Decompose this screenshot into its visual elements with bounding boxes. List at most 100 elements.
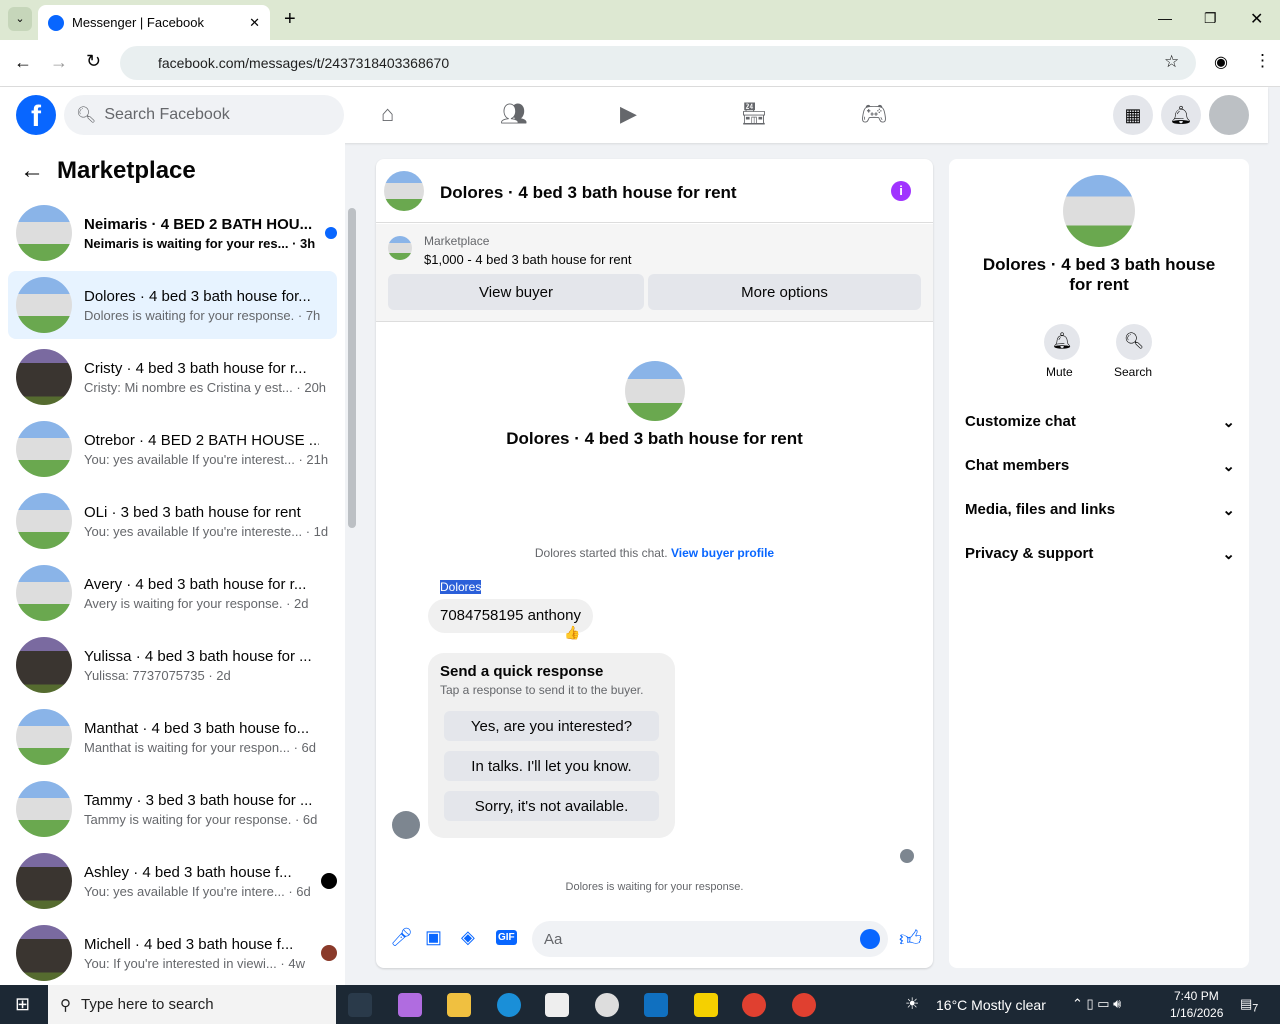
outlook-icon[interactable] bbox=[644, 993, 668, 1017]
chrome-icon[interactable] bbox=[742, 993, 766, 1017]
chevron-down-icon: ⌄ bbox=[1222, 502, 1235, 519]
search-placeholder: Search Facebook bbox=[104, 106, 230, 123]
search-chat-icon[interactable]: 🔍︎ bbox=[1116, 324, 1152, 360]
minimize-button[interactable]: — bbox=[1158, 10, 1172, 26]
facebook-logo[interactable]: f bbox=[16, 95, 56, 135]
clock-time[interactable]: 7:40 PM bbox=[1174, 989, 1219, 1003]
file-explorer-icon[interactable] bbox=[447, 993, 471, 1017]
url-bar[interactable]: facebook.com/messages/t/2437318403368670 bbox=[120, 46, 1196, 80]
bookmark-star-icon[interactable]: ☆ bbox=[1164, 52, 1179, 72]
friends-icon[interactable]: 👥︎ bbox=[500, 101, 528, 127]
conversation-item[interactable]: Dolores · 4 bed 3 bath house for... Dolo… bbox=[8, 271, 337, 339]
conversation-item[interactable]: OLi · 3 bed 3 bath house for rent You: y… bbox=[8, 487, 337, 555]
conversation-avatar bbox=[16, 637, 72, 693]
search-input[interactable]: 🔍︎ Search Facebook bbox=[64, 95, 344, 135]
conversation-time: · 6d bbox=[293, 739, 316, 755]
microphone-icon[interactable]: 🎤︎ bbox=[390, 927, 413, 948]
conversation-item[interactable]: Ashley · 4 bed 3 bath house f... You: ye… bbox=[8, 847, 337, 915]
conversation-snippet: Manthat is waiting for your respon... bbox=[84, 739, 290, 755]
profile-icon[interactable]: ◉ bbox=[1214, 52, 1228, 72]
seen-indicator bbox=[321, 873, 337, 889]
conversation-item[interactable]: Tammy · 3 bed 3 bath house for ... Tammy… bbox=[8, 775, 337, 843]
chevron-down-icon: ⌄ bbox=[1222, 458, 1235, 475]
conversation-item[interactable]: Cristy · 4 bed 3 bath house for r... Cri… bbox=[8, 343, 337, 411]
gif-icon[interactable]: GIF bbox=[496, 930, 517, 945]
task-view-icon[interactable] bbox=[348, 993, 372, 1017]
chat-started-text: Dolores started this chat. bbox=[534, 546, 668, 560]
conversation-avatar bbox=[16, 781, 72, 837]
info-icon[interactable]: i bbox=[891, 181, 911, 201]
copilot-icon[interactable] bbox=[398, 993, 422, 1017]
snipping-tool-icon[interactable] bbox=[595, 993, 619, 1017]
notifications-icon[interactable]: ▤7 bbox=[1240, 996, 1258, 1015]
seen-avatar bbox=[900, 849, 914, 863]
home-icon[interactable]: ⌂ bbox=[381, 101, 394, 127]
menu-grid-icon[interactable]: ▦ bbox=[1113, 95, 1153, 135]
close-window-button[interactable]: ✕ bbox=[1250, 9, 1263, 29]
view-buyer-profile-link[interactable]: View buyer profile bbox=[671, 546, 774, 560]
notifications-bell-icon[interactable]: 🔔︎ bbox=[1161, 95, 1201, 135]
taskbar-search[interactable]: ⚲ Type here to search bbox=[48, 985, 336, 1024]
more-options-button[interactable]: More options bbox=[648, 274, 921, 310]
forward-icon[interactable]: → bbox=[50, 52, 68, 73]
conversation-item[interactable]: Neimaris · 4 BED 2 BATH HOU... Neimaris … bbox=[8, 199, 337, 267]
address-toolbar: ← → ↻ facebook.com/messages/t/2437318403… bbox=[0, 40, 1280, 87]
clock-date[interactable]: 1/16/2026 bbox=[1170, 1006, 1223, 1020]
conversation-name: Ashley · 4 bed 3 bath house f... bbox=[84, 863, 292, 881]
media-files-links-section[interactable]: Media, files and links ⌄ bbox=[965, 501, 1235, 519]
chrome-active-icon[interactable] bbox=[792, 993, 816, 1017]
reload-icon[interactable]: ↻ bbox=[86, 51, 101, 72]
chat-members-section[interactable]: Chat members ⌄ bbox=[965, 457, 1235, 475]
conversation-time: · 4w bbox=[280, 955, 305, 971]
thumbs-up-reaction[interactable]: 👍 bbox=[564, 625, 580, 641]
browser-tab-bar: ⌄ Messenger | Facebook ✕ + — ❐ ✕ bbox=[0, 0, 1280, 40]
restore-button[interactable]: ❐ bbox=[1204, 10, 1217, 27]
conversation-item[interactable]: Michell · 4 bed 3 bath house f... You: I… bbox=[8, 919, 337, 987]
store-icon[interactable] bbox=[545, 993, 569, 1017]
conversation-name: Yulissa · 4 bed 3 bath house for ... bbox=[84, 647, 312, 665]
mute-bell-icon[interactable]: 🔔︎ bbox=[1044, 324, 1080, 360]
conversation-name: Cristy · 4 bed 3 bath house for r... bbox=[84, 359, 307, 377]
tray-icons[interactable]: ⌃ ▯ ▭ 🔊︎ bbox=[1072, 996, 1121, 1012]
chat-avatar[interactable] bbox=[384, 171, 424, 211]
conversation-item[interactable]: Yulissa · 4 bed 3 bath house for ... Yul… bbox=[8, 631, 337, 699]
listing-detail[interactable]: $1,000 - 4 bed 3 bath house for rent bbox=[424, 252, 631, 267]
menu-icon[interactable]: ⋮ bbox=[1254, 51, 1271, 71]
video-icon[interactable]: ▶ bbox=[620, 101, 637, 127]
new-tab-button[interactable]: + bbox=[284, 8, 296, 31]
like-thumbs-up-icon[interactable]: 👍︎ bbox=[899, 925, 922, 952]
chevron-down-icon: ⌄ bbox=[1222, 414, 1235, 431]
photo-icon[interactable]: ▣ bbox=[425, 927, 442, 948]
tab-title: Messenger | Facebook bbox=[72, 15, 204, 30]
quick-response-button[interactable]: Sorry, it's not available. bbox=[444, 791, 659, 821]
view-buyer-button[interactable]: View buyer bbox=[388, 274, 644, 310]
message-input[interactable]: Aa bbox=[532, 921, 888, 957]
tab-search-button[interactable]: ⌄ bbox=[8, 7, 32, 31]
conversation-item[interactable]: Avery · 4 bed 3 bath house for r... Aver… bbox=[8, 559, 337, 627]
weather-text[interactable]: 16°C Mostly clear bbox=[936, 997, 1046, 1013]
close-tab-icon[interactable]: ✕ bbox=[249, 15, 260, 31]
gaming-icon[interactable]: 🎮︎ bbox=[860, 101, 888, 127]
sticky-notes-icon[interactable] bbox=[694, 993, 718, 1017]
marketplace-icon[interactable]: 🏪︎ bbox=[740, 101, 768, 127]
back-icon[interactable]: ← bbox=[14, 52, 32, 73]
edge-icon[interactable] bbox=[497, 993, 521, 1017]
chat-title[interactable]: Dolores · 4 bed 3 bath house for rent bbox=[440, 183, 737, 203]
conversation-avatar bbox=[16, 349, 72, 405]
back-arrow-icon[interactable]: ← bbox=[20, 157, 44, 185]
conversation-avatar bbox=[16, 709, 72, 765]
conversation-item[interactable]: Otrebor · 4 BED 2 BATH HOUSE ... You: ye… bbox=[8, 415, 337, 483]
customize-chat-section[interactable]: Customize chat ⌄ bbox=[965, 413, 1235, 431]
sticker-icon[interactable]: ◈ bbox=[461, 927, 475, 948]
browser-tab[interactable]: Messenger | Facebook ✕ bbox=[38, 5, 270, 40]
emoji-icon[interactable] bbox=[860, 929, 880, 949]
conversation-snippet: Avery is waiting for your response. bbox=[84, 595, 283, 611]
conversation-time: · 6d bbox=[294, 811, 318, 827]
quick-response-button[interactable]: In talks. I'll let you know. bbox=[444, 751, 659, 781]
privacy-support-section[interactable]: Privacy & support ⌄ bbox=[965, 545, 1235, 563]
account-avatar[interactable] bbox=[1209, 95, 1249, 135]
conversation-item[interactable]: Manthat · 4 bed 3 bath house fo... Manth… bbox=[8, 703, 337, 771]
windows-start-icon[interactable]: ⊞ bbox=[15, 994, 30, 1015]
sidebar-scrollbar[interactable] bbox=[348, 208, 356, 528]
quick-response-button[interactable]: Yes, are you interested? bbox=[444, 711, 659, 741]
